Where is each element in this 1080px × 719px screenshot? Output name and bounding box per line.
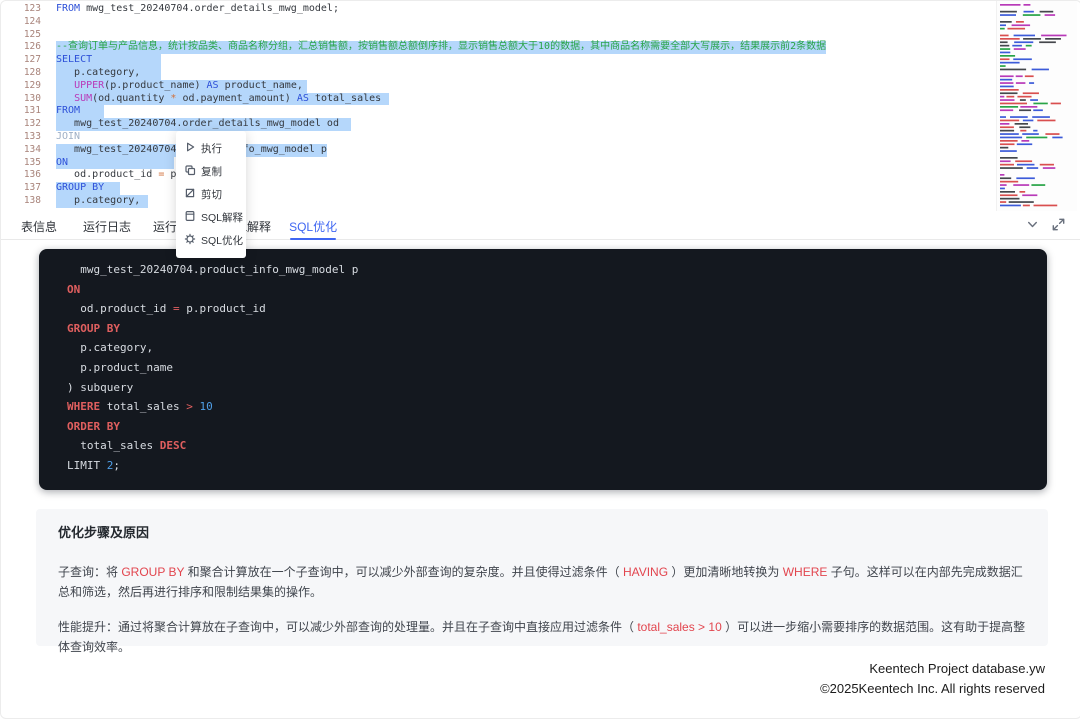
editor-line[interactable]: 137GROUP BY [1, 182, 993, 195]
editor-line[interactable]: 123FROM mwg_test_20240704.order_details_… [1, 3, 993, 16]
editor-line-text: mwg_test_20240704.order_details_mwg_mode… [56, 118, 351, 131]
line-number: 134 [1, 144, 56, 157]
chevron-down-icon[interactable] [1026, 218, 1039, 236]
editor-line-text: ON [56, 157, 174, 170]
editor-line-text: FROM mwg_test_20240704.order_details_mwg… [56, 3, 339, 16]
editor-line-text: UPPER(p.product_name) AS product_name, [56, 80, 307, 93]
line-number: 124 [1, 16, 56, 29]
editor-lines: 123FROM mwg_test_20240704.order_details_… [1, 3, 993, 208]
line-number: 127 [1, 54, 56, 67]
editor-line[interactable]: 129 UPPER(p.product_name) AS product_nam… [1, 80, 993, 93]
line-number: 125 [1, 29, 56, 42]
line-number: 128 [1, 67, 56, 80]
editor-line[interactable]: 138 p.category, [1, 195, 993, 208]
editor-line[interactable]: 133JOIN [1, 131, 993, 144]
context-menu-item-复制[interactable]: 复制 [176, 160, 246, 183]
optimized-sql-line: od.product_id = p.product_id [67, 299, 1047, 319]
cut-icon [184, 187, 196, 202]
result-tabbar: 表信息运行日志运行结果SQL解释SQL优化 [1, 213, 1080, 240]
sql-editor[interactable]: 123FROM mwg_test_20240704.order_details_… [1, 3, 993, 213]
editor-line-text: JOIN [56, 131, 80, 144]
editor-line[interactable]: 125 [1, 29, 993, 42]
optimization-analysis-panel: 优化步骤及原因 子查询：将 GROUP BY 和聚合计算放在一个子查询中，可以减… [36, 509, 1048, 646]
editor-line[interactable]: 136 od.product_id = p.product_id [1, 169, 993, 182]
context-menu-item-SQL优化[interactable]: SQL优化 [176, 229, 246, 252]
editor-line-text: SELECT [56, 54, 161, 67]
sql-optimize-icon [184, 233, 196, 248]
line-number: 132 [1, 118, 56, 131]
editor-line[interactable]: 134 mwg_test_20240704.product_info_mwg_m… [1, 144, 993, 157]
tab-SQL优化[interactable]: SQL优化 [289, 213, 337, 240]
editor-line-text: SUM(od.quantity * od.payment_amount) AS … [56, 93, 389, 106]
line-number: 131 [1, 105, 56, 118]
app-window: 123FROM mwg_test_20240704.order_details_… [0, 0, 1080, 719]
editor-line[interactable]: 124 [1, 16, 993, 29]
execute-icon [184, 141, 196, 156]
line-number: 123 [1, 3, 56, 16]
optimized-sql-line: WHERE total_sales > 10 [67, 397, 1047, 417]
line-number: 133 [1, 131, 56, 144]
editor-line-text: --查询订单与产品信息，统计按品类、商品名称分组，汇总销售额，按销售额总额倒序排… [56, 41, 826, 54]
optimized-sql-line: LIMIT 2; [67, 456, 1047, 476]
sql-explain-icon [184, 210, 196, 225]
line-number: 137 [1, 182, 56, 195]
context-menu-label: SQL优化 [201, 233, 243, 248]
context-menu-label: 复制 [201, 164, 222, 179]
copy-icon [184, 164, 196, 179]
editor-line[interactable]: 135ON [1, 157, 993, 170]
line-number: 126 [1, 41, 56, 54]
footer: Keentech Project database.yw ©2025Keente… [820, 659, 1045, 699]
line-number: 136 [1, 169, 56, 182]
context-menu-item-执行[interactable]: 执行 [176, 137, 246, 160]
editor-line-text: p.category, [56, 67, 161, 80]
tabbar-actions [1026, 218, 1065, 236]
line-number: 130 [1, 93, 56, 106]
analysis-title: 优化步骤及原因 [58, 522, 1026, 541]
optimized-sql-panel: mwg_test_20240704.product_info_mwg_model… [39, 249, 1047, 490]
line-number: 135 [1, 157, 56, 170]
editor-line[interactable]: 128 p.category, [1, 67, 993, 80]
editor-context-menu: 执行复制剪切 SQL解释 SQL优化 [176, 131, 246, 258]
context-menu-label: SQL解释 [201, 210, 243, 225]
editor-line[interactable]: 132 mwg_test_20240704.order_details_mwg_… [1, 118, 993, 131]
optimized-sql-line: GROUP BY [67, 319, 1047, 339]
analysis-paragraph: 性能提升：通过将聚合计算放在子查询中，可以减少外部查询的处理量。并且在子查询中直… [58, 617, 1026, 657]
editor-line[interactable]: 126--查询订单与产品信息，统计按品类、商品名称分组，汇总销售额，按销售额总额… [1, 41, 993, 54]
analysis-paragraph: 子查询：将 GROUP BY 和聚合计算放在一个子查询中，可以减少外部查询的复杂… [58, 562, 1026, 602]
context-menu-label: 执行 [201, 141, 222, 156]
analysis-paragraphs: 子查询：将 GROUP BY 和聚合计算放在一个子查询中，可以减少外部查询的复杂… [58, 562, 1026, 657]
footer-project: Keentech Project database.yw [820, 659, 1045, 679]
optimized-sql-line: ) subquery [67, 378, 1047, 398]
footer-copyright: ©2025Keentech Inc. All rights reserved [820, 679, 1045, 699]
line-number: 129 [1, 80, 56, 93]
context-menu-item-剪切[interactable]: 剪切 [176, 183, 246, 206]
editor-line[interactable]: 131FROM [1, 105, 993, 118]
optimized-sql-line: total_sales DESC [67, 436, 1047, 456]
tab-表信息[interactable]: 表信息 [21, 213, 57, 240]
optimized-sql-line: mwg_test_20240704.product_info_mwg_model… [67, 260, 1047, 280]
fullscreen-icon[interactable] [1052, 218, 1065, 236]
editor-line[interactable]: 127SELECT [1, 54, 993, 67]
optimized-sql-line: ORDER BY [67, 417, 1047, 437]
optimized-sql-line: ON [67, 280, 1047, 300]
editor-minimap[interactable] [996, 1, 1077, 211]
editor-line-text: p.category, [56, 195, 148, 208]
optimized-sql-line: p.category, [67, 338, 1047, 358]
tab-运行日志[interactable]: 运行日志 [83, 213, 131, 240]
context-menu-item-SQL解释[interactable]: SQL解释 [176, 206, 246, 229]
optimized-sql-line: p.product_name [67, 358, 1047, 378]
line-number: 138 [1, 195, 56, 208]
editor-line-text: GROUP BY [56, 182, 120, 195]
context-menu-label: 剪切 [201, 187, 222, 202]
editor-line-text: FROM [56, 105, 104, 118]
editor-line[interactable]: 130 SUM(od.quantity * od.payment_amount)… [1, 93, 993, 106]
